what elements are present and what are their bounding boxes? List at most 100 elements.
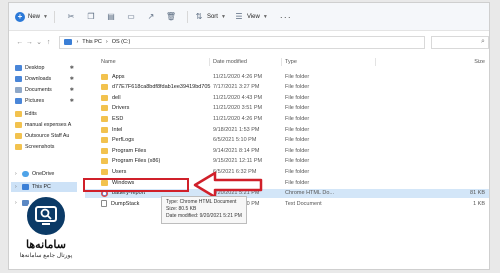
file-date: 11/21/2020 4:26 PM — [213, 73, 263, 80]
sidebar-item[interactable]: Pictures ✱ — [15, 96, 77, 106]
file-row[interactable]: Users 6/5/2021 6:32 PM File folder — [85, 167, 489, 176]
file-date: 7/17/2021 3:27 PM — [213, 84, 260, 91]
sidebar-item-label: Desktop — [25, 65, 45, 71]
sidebar-item-label: Downloads — [25, 76, 52, 82]
file-name-cell: Intel — [101, 126, 122, 133]
file-row[interactable]: Drivers 11/21/2020 3:51 PM File folder — [85, 104, 489, 113]
sidebar-item[interactable]: Screenshots — [15, 142, 77, 152]
file-name-cell: dell — [101, 94, 121, 101]
file-date: 11/21/2020 3:51 PM — [213, 105, 263, 112]
file-name: Drivers — [112, 105, 130, 112]
delete-icon[interactable]: 🗑 — [166, 12, 176, 22]
recent-chevron-icon[interactable]: ⌄ — [34, 38, 44, 46]
file-name-cell: Drivers — [101, 105, 130, 112]
forward-arrow-icon[interactable]: → — [25, 39, 35, 46]
new-button[interactable]: + New ▼ — [15, 11, 48, 22]
pin-icon: ✱ — [69, 76, 74, 82]
file-name: Users — [112, 168, 127, 175]
logo-subtitle: پورتال جامع سامانه‌ها — [19, 253, 73, 259]
file-type: File folder — [285, 105, 310, 112]
folder-icon — [101, 94, 108, 101]
sidebar-item[interactable]: Edits — [15, 109, 77, 119]
file-row[interactable]: d77E7F618ca8bdf8fdab1ee39419bd705 7/17/20… — [85, 83, 489, 92]
file-name: Apps — [112, 73, 125, 80]
file-row[interactable]: Intel 9/18/2021 1:53 PM File folder — [85, 125, 489, 134]
share-icon[interactable]: ↗ — [146, 12, 156, 22]
file-row[interactable]: dell 11/21/2020 4:43 PM File folder — [85, 93, 489, 102]
chevron-down-icon: ▼ — [220, 13, 226, 20]
file-type: File folder — [285, 168, 310, 175]
file-name-cell: d77E7F618ca8bdf8fdab1ee39419bd705 — [101, 84, 210, 91]
cut-icon[interactable]: ✂ — [66, 12, 76, 22]
chevron-down-icon: ▼ — [43, 13, 48, 20]
back-arrow-icon[interactable]: ← — [15, 39, 25, 46]
sidebar-item[interactable]: Desktop ✱ — [15, 63, 77, 73]
file-row[interactable]: PerfLogs 6/5/2021 5:10 PM File folder — [85, 136, 489, 145]
file-row[interactable]: DumpStack9/20/2021 5:20 PMText Document1… — [85, 199, 489, 208]
sidebar-item-label: OneDrive — [32, 171, 55, 177]
file-row[interactable]: Program Files (x86) 9/15/2021 12:11 PM Fil… — [85, 157, 489, 166]
file-type: File folder — [285, 94, 310, 101]
column-divider — [375, 58, 376, 66]
expand-chevron-icon[interactable]: › — [15, 184, 19, 190]
sidebar-item-label: This PC — [32, 184, 51, 190]
file-row[interactable]: Program Files 9/14/2021 8:14 PM File folde… — [85, 146, 489, 155]
file-size: 1 KB — [473, 200, 485, 207]
file-type: File folder — [285, 115, 310, 122]
file-name-cell: Apps — [101, 73, 125, 80]
rename-icon[interactable]: ▭ — [126, 12, 136, 22]
file-name-cell: DumpStack — [101, 200, 139, 208]
toolbar-divider — [53, 10, 55, 23]
library-folder-icon — [15, 76, 22, 82]
tooltip-type: Type: Chrome HTML Document — [166, 199, 237, 205]
folder-icon — [101, 168, 108, 175]
sidebar-item[interactable]: Documents ✱ — [15, 85, 77, 95]
copy-icon[interactable]: ❐ — [86, 12, 96, 22]
column-header-date[interactable]: Date modified — [213, 57, 247, 67]
pin-icon: ✱ — [69, 87, 74, 93]
file-row[interactable]: Apps 11/21/2020 4:26 PM File folder — [85, 72, 489, 81]
breadcrumb-drive[interactable]: OS (C:) — [112, 39, 131, 45]
sidebar-item-label: Outsource Staff Au — [25, 133, 70, 139]
sort-button[interactable]: ⇅ Sort ▼ — [194, 12, 226, 22]
sidebar-item[interactable]: Downloads ✱ — [15, 74, 77, 84]
file-name: ESD — [112, 115, 124, 122]
sidebar-item[interactable]: › This PC — [11, 182, 77, 192]
chevron-down-icon: ▼ — [262, 13, 268, 20]
pin-icon: ✱ — [69, 65, 74, 71]
file-info-tooltip: Type: Chrome HTML Document Size: 80.5 KB… — [161, 196, 247, 224]
library-folder-icon — [15, 98, 22, 104]
up-arrow-icon[interactable]: ↑ — [44, 39, 54, 46]
column-header-type[interactable]: Type — [285, 57, 297, 67]
file-date: 11/21/2020 4:26 PM — [213, 115, 263, 122]
more-options-icon[interactable]: ··· — [280, 12, 292, 22]
library-folder-icon — [15, 87, 22, 93]
file-name-cell: Users — [101, 168, 127, 175]
folder-icon — [101, 158, 108, 165]
column-divider — [209, 58, 210, 66]
expand-chevron-icon[interactable]: › — [15, 171, 19, 177]
file-name: PerfLogs — [112, 137, 135, 144]
address-bar[interactable]: › This PC › OS (C:) — [59, 35, 426, 49]
view-button[interactable]: ☰ View ▼ — [234, 12, 268, 22]
file-date: 9/14/2021 8:14 PM — [213, 147, 260, 154]
brand-logo: سامانه‌ها پورتال جامع سامانه‌ها — [0, 195, 92, 271]
file-row[interactable]: ESD 11/21/2020 4:26 PM File folder — [85, 114, 489, 123]
column-header-size[interactable]: Size — [379, 57, 485, 67]
sidebar-item-label: Pictures — [25, 98, 45, 104]
column-header-name[interactable]: Name — [101, 57, 116, 67]
breadcrumb-this-pc[interactable]: This PC — [82, 39, 102, 45]
sidebar-item[interactable]: Outsource Staff Au — [15, 131, 77, 141]
computer-icon — [22, 184, 29, 190]
paste-icon[interactable]: ▤ — [106, 12, 116, 22]
sidebar-item[interactable]: › OneDrive — [15, 169, 77, 179]
folder-icon — [101, 73, 108, 80]
breadcrumb-separator-icon: › — [76, 39, 79, 45]
plus-icon: + — [15, 11, 25, 22]
search-input[interactable]: ⌕ — [431, 35, 489, 49]
sidebar-item[interactable]: manual expenses A — [15, 120, 77, 130]
folder-icon — [101, 126, 108, 133]
file-name-cell: ESD — [101, 115, 124, 122]
computer-icon — [64, 39, 73, 45]
sidebar-item-label: Edits — [25, 111, 37, 117]
